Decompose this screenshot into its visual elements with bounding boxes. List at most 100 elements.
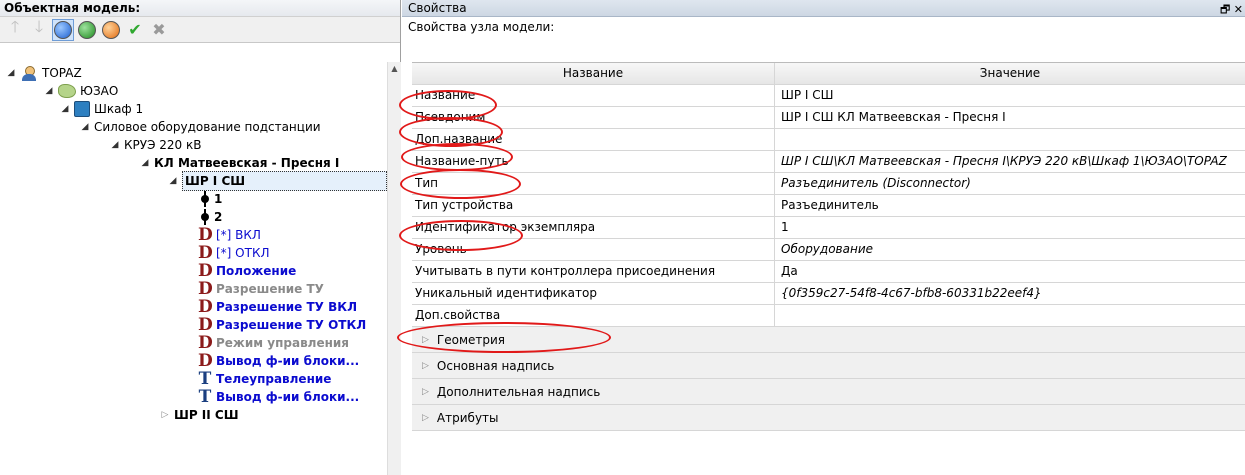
tree-node-label: Режим управления (216, 336, 349, 350)
tree-node-label: ШР II СШ (174, 408, 239, 422)
tree-node-signal[interactable]: D [*] ОТКЛ (198, 244, 270, 262)
tree-node-signal[interactable]: D Положение (198, 262, 296, 280)
property-group[interactable]: ▷ Дополнительная надпись (412, 379, 1245, 405)
expand-arrow-icon[interactable]: ▷ (422, 413, 429, 423)
property-name: Доп.свойства (412, 305, 775, 326)
tree-node-label: Вывод ф-ии блоки... (216, 390, 360, 404)
collapse-arrow-icon[interactable]: ▷ (160, 406, 170, 424)
property-name: Учитывать в пути контроллера присоединен… (412, 261, 775, 282)
tree-node-terminal-2[interactable]: 2 (200, 208, 222, 226)
d-signal-icon: D (198, 315, 213, 335)
d-signal-icon: D (198, 297, 213, 317)
tree-node-signal[interactable]: D Разрешение ТУ (198, 280, 324, 298)
move-down-icon[interactable]: 🡓 (28, 17, 50, 41)
tree-node-signal[interactable]: D Вывод ф-ии блоки... (198, 352, 359, 370)
tree-node-terminal-1[interactable]: 1 (200, 190, 222, 208)
tree-node-signal[interactable]: D Разрешение ТУ ВКЛ (198, 298, 357, 316)
property-value[interactable]: ШР I СШ КЛ Матвеевская - Пресня I (775, 107, 1245, 128)
expand-arrow-icon[interactable]: ▷ (422, 387, 429, 397)
tree-node-label: Вывод ф-ии блоки... (216, 354, 360, 368)
property-value[interactable]: 1 (775, 217, 1245, 238)
tree-node-control[interactable]: T Вывод ф-ии блоки... (198, 388, 360, 406)
property-row[interactable]: Уникальный идентификатор {0f359c27-54f8-4… (412, 283, 1245, 305)
tree-node-signal[interactable]: D Разрешение ТУ ОТКЛ (198, 316, 366, 334)
tree-node-topaz[interactable]: ◢ TOPAZ (6, 64, 82, 82)
property-name: Тип (412, 173, 775, 194)
expand-arrow-icon[interactable]: ▷ (422, 361, 429, 371)
orange-ball-icon[interactable] (100, 19, 122, 41)
property-row[interactable]: Название-путь ШР I СШ\КЛ Матвеевская - Пр… (412, 151, 1245, 173)
expand-arrow-icon[interactable]: ◢ (60, 100, 70, 118)
property-row[interactable]: Тип Разъединитель (Disconnector) (412, 173, 1245, 195)
checkmark-icon[interactable]: ✔ (124, 19, 146, 41)
property-row[interactable]: Название ШР I СШ (412, 85, 1245, 107)
property-value[interactable]: {0f359c27-54f8-4c67-bfb8-60331b22eef4} (775, 283, 1245, 304)
property-group[interactable]: ▷ Атрибуты (412, 405, 1245, 431)
expand-arrow-icon[interactable]: ▷ (422, 335, 429, 345)
expand-arrow-icon[interactable]: ◢ (80, 118, 90, 136)
green-ball-icon[interactable] (76, 19, 98, 41)
tree-node-disconnector[interactable]: ◢ ШР I СШ (168, 171, 387, 191)
pin-icon (200, 191, 210, 207)
expand-arrow-icon[interactable]: ◢ (140, 154, 150, 172)
tree-node-label: [*] ОТКЛ (216, 246, 270, 260)
property-row[interactable]: Псевдоним ШР I СШ КЛ Матвеевская - Пресня… (412, 107, 1245, 129)
tree-node-signal[interactable]: D [*] ВКЛ (198, 226, 261, 244)
tree-node-label: Положение (216, 264, 297, 278)
blue-ball-icon[interactable] (52, 18, 74, 41)
tree-node-label: КРУЭ 220 кВ (124, 138, 202, 152)
expand-arrow-icon[interactable]: ◢ (6, 64, 16, 82)
properties-title: Свойства (408, 1, 467, 15)
column-header-name[interactable]: Название (412, 63, 775, 84)
expand-arrow-icon[interactable]: ◢ (168, 172, 178, 190)
tree-node-label: 2 (214, 210, 223, 224)
property-value[interactable]: Разъединитель (Disconnector) (775, 173, 1245, 194)
property-group[interactable]: ▷ Основная надпись (412, 353, 1245, 379)
property-row[interactable]: Учитывать в пути контроллера присоединен… (412, 261, 1245, 283)
scroll-up-icon[interactable]: ▲ (388, 62, 401, 76)
tree-node-kruz[interactable]: ◢ КРУЭ 220 кВ (110, 136, 202, 154)
tree-node-signal[interactable]: D Режим управления (198, 334, 349, 352)
property-group-label: Геометрия (436, 332, 506, 347)
property-value[interactable]: Разъединитель (775, 195, 1245, 216)
person-icon (20, 65, 38, 81)
d-signal-icon: D (198, 279, 213, 299)
property-row[interactable]: Доп.свойства (412, 305, 1245, 327)
property-row[interactable]: Тип устройства Разъединитель (412, 195, 1245, 217)
property-value[interactable]: ШР I СШ (775, 85, 1245, 106)
property-group[interactable]: ▷ Геометрия (412, 327, 1245, 353)
tree-node-line[interactable]: ◢ КЛ Матвеевская - Пресня I (140, 154, 340, 172)
move-up-icon[interactable]: 🡑 (4, 17, 26, 41)
property-row[interactable]: Идентификатор экземпляра 1 (412, 217, 1245, 239)
tree-node-disconnector-2[interactable]: ▷ ШР II СШ (160, 406, 239, 424)
property-row[interactable]: Уровень Оборудование (412, 239, 1245, 261)
property-value[interactable] (775, 305, 1245, 326)
property-row[interactable]: Доп.название (412, 129, 1245, 151)
expand-arrow-icon[interactable]: ◢ (44, 82, 54, 100)
pin-icon[interactable]: 🗗 ✕ (1220, 1, 1243, 20)
d-signal-icon: D (198, 243, 213, 263)
tree-node-cabinet[interactable]: ◢ Шкаф 1 (60, 100, 143, 118)
property-name: Псевдоним (412, 107, 775, 128)
tree-scrollbar[interactable]: ▲ (387, 62, 401, 475)
property-value[interactable]: ШР I СШ\КЛ Матвеевская - Пресня I\КРУЭ 2… (775, 151, 1245, 172)
column-header-value[interactable]: Значение (775, 63, 1245, 84)
property-value[interactable]: Оборудование (775, 239, 1245, 260)
expand-arrow-icon[interactable]: ◢ (110, 136, 120, 154)
property-value[interactable]: Да (775, 261, 1245, 282)
property-group-label: Атрибуты (436, 410, 499, 425)
tree-node-power-equipment[interactable]: ◢ Силовое оборудование подстанции (80, 118, 321, 136)
object-model-panel: Объектная модель: 🡑 🡓 ✔ ✖ ◢ TOPAZ ◢ ЮЗАО… (0, 0, 401, 475)
cross-icon[interactable]: ✖ (148, 19, 170, 41)
property-name: Уровень (412, 239, 775, 260)
property-name: Уникальный идентификатор (412, 283, 775, 304)
tree-node-label: ШР I СШ (182, 171, 387, 191)
properties-header-row: Название Значение (412, 63, 1245, 85)
property-name: Название (412, 85, 775, 106)
region-icon (58, 84, 76, 98)
tree-node-uzao[interactable]: ◢ ЮЗАО (44, 82, 118, 100)
tree-node-control[interactable]: T Телеуправление (198, 370, 332, 388)
property-value[interactable] (775, 129, 1245, 150)
object-model-toolbar: 🡑 🡓 ✔ ✖ (0, 17, 400, 43)
pin-icon (200, 209, 210, 225)
